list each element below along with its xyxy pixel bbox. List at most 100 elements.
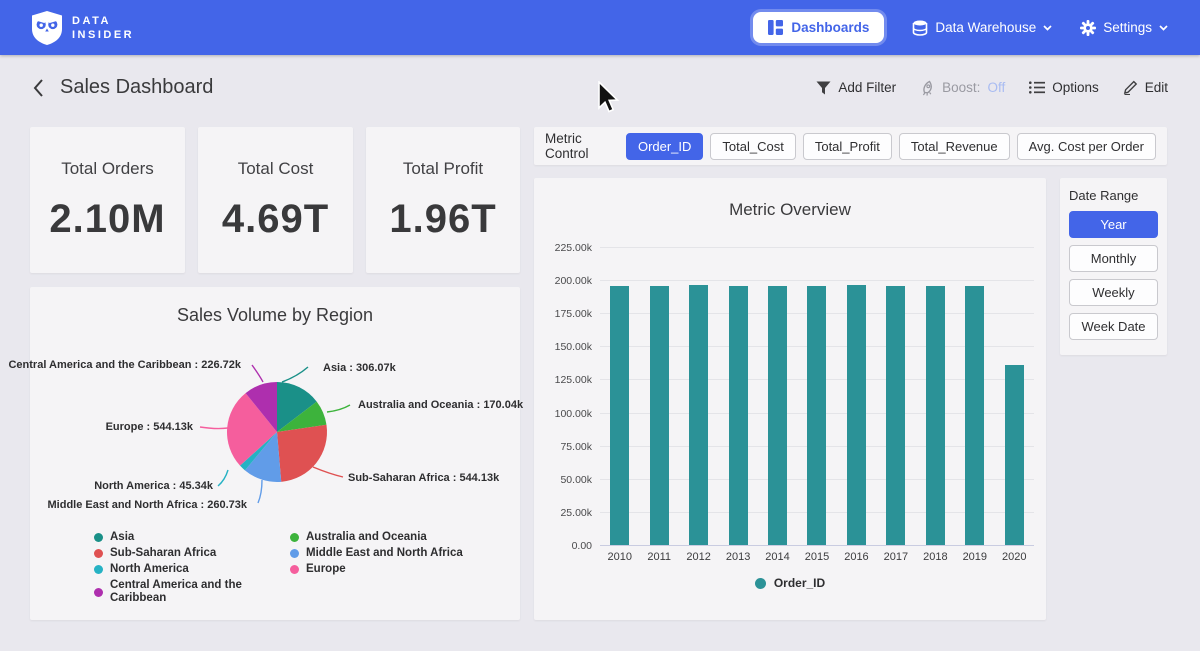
add-filter-button[interactable]: Add Filter (816, 80, 896, 95)
x-tick-label: 2012 (679, 551, 718, 563)
nav-settings-label: Settings (1103, 20, 1152, 35)
bar (926, 286, 945, 545)
bar-slot (600, 247, 639, 545)
kpi-label: Total Cost (238, 159, 314, 179)
legend-label: Europe (306, 563, 346, 576)
pie-label: Australia and Oceania : 170.04k (358, 399, 523, 411)
page-title: Sales Dashboard (60, 76, 213, 99)
metric-control-label: Metric Control (545, 131, 611, 161)
chevron-down-icon (1159, 25, 1168, 31)
pie-slice (277, 425, 327, 482)
pie-label: Asia : 306.07k (323, 362, 396, 374)
chevron-down-icon (1043, 25, 1052, 31)
bar-slot (916, 247, 955, 545)
bar-slot (718, 247, 757, 545)
x-tick-label: 2011 (639, 551, 678, 563)
legend-label: Asia (110, 531, 134, 544)
pie-label: Europe : 544.13k (106, 421, 193, 433)
y-tick-label: 100.00k (534, 408, 592, 420)
kpi-value: 2.10M (49, 197, 165, 242)
nav-dashboards-button[interactable]: Dashboards (753, 12, 884, 43)
kpi-card: Total Profit 1.96T (366, 127, 520, 273)
x-tick-label: 2018 (916, 551, 955, 563)
kpi-label: Total Orders (61, 159, 154, 179)
y-tick-label: 75.00k (534, 441, 592, 453)
pie-leader-line (252, 365, 263, 382)
pie-legend-item: Sub-Saharan Africa (94, 547, 290, 560)
pie-legend-item: North America (94, 563, 290, 576)
legend-dot (290, 565, 299, 574)
x-tick-label: 2015 (797, 551, 836, 563)
bar-slot (679, 247, 718, 545)
gear-icon (1080, 20, 1096, 36)
boost-state: Off (987, 80, 1005, 95)
x-tick-label: 2014 (758, 551, 797, 563)
app-root: DATA INSIDER Dashboards Data Warehou (0, 0, 1200, 651)
date-range-label: Date Range (1069, 188, 1158, 203)
nav-data-warehouse-button[interactable]: Data Warehouse (912, 20, 1052, 36)
bar (650, 286, 669, 545)
pie-leader-line (282, 367, 308, 382)
x-tick-label: 2020 (995, 551, 1034, 563)
date-range-option-button[interactable]: Year (1069, 211, 1158, 238)
rocket-icon (920, 80, 935, 96)
bar (610, 286, 629, 545)
brand-logo: DATA INSIDER (32, 11, 134, 45)
y-tick-label: 225.00k (534, 242, 592, 254)
pie-legend-item: Central America and the Caribbean (94, 579, 290, 605)
metric-option-button[interactable]: Total_Profit (803, 133, 892, 160)
y-tick-label: 50.00k (534, 474, 592, 486)
date-range-option-button[interactable]: Week Date (1069, 313, 1158, 340)
options-label: Options (1052, 80, 1099, 95)
legend-label: Central America and the Caribbean (110, 579, 290, 605)
legend-dot (290, 533, 299, 542)
pie-label: North America : 45.34k (94, 480, 213, 492)
metric-option-button[interactable]: Order_ID (626, 133, 703, 160)
y-tick-label: 25.00k (534, 507, 592, 519)
metric-option-button[interactable]: Total_Cost (710, 133, 795, 160)
legend-dot (94, 565, 103, 574)
bar-slot (758, 247, 797, 545)
pie-leader-line (200, 427, 228, 429)
bars-row (600, 247, 1034, 545)
date-range-panel: Date Range Year Monthly Weekly Week Date (1060, 178, 1167, 355)
y-tick-label: 150.00k (534, 341, 592, 353)
bar-chart-legend: Order_ID (534, 576, 1046, 590)
metric-option-button[interactable]: Total_Revenue (899, 133, 1010, 160)
metric-option-button[interactable]: Avg. Cost per Order (1017, 133, 1156, 160)
x-tick-label: 2017 (876, 551, 915, 563)
legend-label: Sub-Saharan Africa (110, 547, 216, 560)
legend-label: Australia and Oceania (306, 531, 427, 544)
bar (807, 286, 826, 545)
page-header: Sales Dashboard Add Filter Boost: Off (0, 55, 1200, 120)
bar (965, 286, 984, 545)
brand-name: DATA INSIDER (72, 14, 134, 42)
x-axis: 2010201120122013201420152016201720182019… (600, 551, 1034, 563)
legend-label: Middle East and North Africa (306, 547, 463, 560)
add-filter-label: Add Filter (838, 80, 896, 95)
date-range-option-button[interactable]: Monthly (1069, 245, 1158, 272)
kpi-card: Total Orders 2.10M (30, 127, 185, 273)
filter-funnel-icon (816, 81, 831, 95)
pie-legend-item: Middle East and North Africa (290, 547, 463, 560)
bar-slot (995, 247, 1034, 545)
nav-settings-button[interactable]: Settings (1080, 20, 1168, 36)
options-button[interactable]: Options (1029, 80, 1099, 95)
y-tick-label: 125.00k (534, 374, 592, 386)
bar-slot (955, 247, 994, 545)
metric-control-bar: Metric Control Order_ID Total_Cost Total_P… (534, 127, 1167, 165)
date-range-option-button[interactable]: Weekly (1069, 279, 1158, 306)
legend-dot (94, 588, 103, 597)
pie-leader-line (327, 405, 350, 412)
y-tick-label: 0.00 (534, 540, 592, 552)
pie-leader-line (313, 467, 343, 477)
pie-label: Sub-Saharan Africa : 544.13k (348, 472, 499, 484)
pie-legend: Asia Sub-Saharan Africa North America Ce… (94, 531, 463, 605)
back-button[interactable] (32, 78, 44, 98)
y-tick-label: 175.00k (534, 308, 592, 320)
edit-button[interactable]: Edit (1123, 80, 1168, 95)
boost-toggle[interactable]: Boost: Off (920, 80, 1005, 96)
date-range-options: Year Monthly Weekly Week Date (1069, 211, 1158, 340)
database-icon (912, 20, 928, 36)
pie-legend-item: Asia (94, 531, 290, 544)
